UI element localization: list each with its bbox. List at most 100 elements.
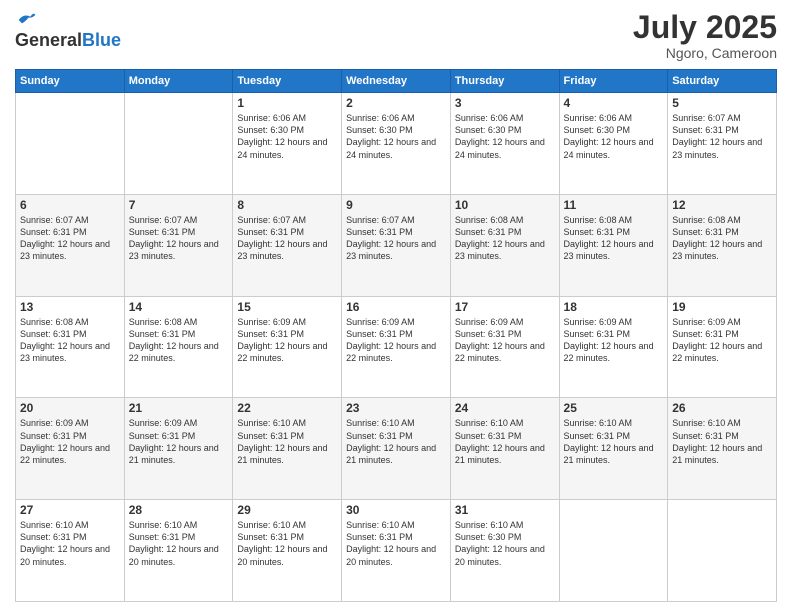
calendar-cell: 16 Sunrise: 6:09 AM Sunset: 6:31 PM Dayli… bbox=[342, 296, 451, 398]
day-number: 3 bbox=[455, 96, 555, 110]
day-info: Sunrise: 6:09 AM Sunset: 6:31 PM Dayligh… bbox=[455, 316, 555, 365]
header: General Blue July 2025 Ngoro, Cameroon bbox=[15, 10, 777, 61]
day-number: 27 bbox=[20, 503, 120, 517]
day-info: Sunrise: 6:10 AM Sunset: 6:31 PM Dayligh… bbox=[237, 417, 337, 466]
day-info: Sunrise: 6:07 AM Sunset: 6:31 PM Dayligh… bbox=[672, 112, 772, 161]
day-header-tuesday: Tuesday bbox=[233, 70, 342, 93]
calendar-cell: 29 Sunrise: 6:10 AM Sunset: 6:31 PM Dayli… bbox=[233, 500, 342, 602]
day-info: Sunrise: 6:06 AM Sunset: 6:30 PM Dayligh… bbox=[455, 112, 555, 161]
calendar-cell: 10 Sunrise: 6:08 AM Sunset: 6:31 PM Dayli… bbox=[450, 194, 559, 296]
day-info: Sunrise: 6:06 AM Sunset: 6:30 PM Dayligh… bbox=[564, 112, 664, 161]
calendar-cell: 23Sunrise: 6:10 AM Sunset: 6:31 PM Dayli… bbox=[342, 398, 451, 500]
calendar-cell: 18 Sunrise: 6:09 AM Sunset: 6:31 PM Dayli… bbox=[559, 296, 668, 398]
calendar-cell: 21 Sunrise: 6:09 AM Sunset: 6:31 PM Dayli… bbox=[124, 398, 233, 500]
day-number: 21 bbox=[129, 401, 229, 415]
week-row-3: 13Sunrise: 6:08 AM Sunset: 6:31 PM Dayli… bbox=[16, 296, 777, 398]
day-number: 16 bbox=[346, 300, 446, 314]
day-number: 24 bbox=[455, 401, 555, 415]
day-info: Sunrise: 6:10 AM Sunset: 6:31 PM Dayligh… bbox=[346, 519, 446, 568]
week-row-2: 6Sunrise: 6:07 AM Sunset: 6:31 PM Daylig… bbox=[16, 194, 777, 296]
calendar-cell: 8Sunrise: 6:07 AM Sunset: 6:31 PM Daylig… bbox=[233, 194, 342, 296]
calendar-cell: 12 Sunrise: 6:08 AM Sunset: 6:31 PM Dayli… bbox=[668, 194, 777, 296]
day-number: 11 bbox=[564, 198, 664, 212]
page: General Blue July 2025 Ngoro, Cameroon S… bbox=[0, 0, 792, 612]
week-row-5: 27 Sunrise: 6:10 AM Sunset: 6:31 PM Dayli… bbox=[16, 500, 777, 602]
day-header-saturday: Saturday bbox=[668, 70, 777, 93]
day-number: 15 bbox=[237, 300, 337, 314]
day-info: Sunrise: 6:09 AM Sunset: 6:31 PM Dayligh… bbox=[129, 417, 229, 466]
calendar-header-row: SundayMondayTuesdayWednesdayThursdayFrid… bbox=[16, 70, 777, 93]
day-number: 9 bbox=[346, 198, 446, 212]
day-number: 18 bbox=[564, 300, 664, 314]
day-header-sunday: Sunday bbox=[16, 70, 125, 93]
calendar-table: SundayMondayTuesdayWednesdayThursdayFrid… bbox=[15, 69, 777, 602]
calendar-cell bbox=[124, 93, 233, 195]
day-info: Sunrise: 6:09 AM Sunset: 6:31 PM Dayligh… bbox=[237, 316, 337, 365]
day-header-thursday: Thursday bbox=[450, 70, 559, 93]
calendar-cell: 4 Sunrise: 6:06 AM Sunset: 6:30 PM Daylig… bbox=[559, 93, 668, 195]
day-header-friday: Friday bbox=[559, 70, 668, 93]
day-number: 25 bbox=[564, 401, 664, 415]
calendar-cell: 1Sunrise: 6:06 AM Sunset: 6:30 PM Daylig… bbox=[233, 93, 342, 195]
day-info: Sunrise: 6:09 AM Sunset: 6:31 PM Dayligh… bbox=[346, 316, 446, 365]
day-info: Sunrise: 6:10 AM Sunset: 6:31 PM Dayligh… bbox=[20, 519, 120, 568]
calendar-cell: 26Sunrise: 6:10 AM Sunset: 6:31 PM Dayli… bbox=[668, 398, 777, 500]
day-info: Sunrise: 6:07 AM Sunset: 6:31 PM Dayligh… bbox=[20, 214, 120, 263]
day-info: Sunrise: 6:08 AM Sunset: 6:31 PM Dayligh… bbox=[20, 316, 120, 365]
calendar-cell: 30Sunrise: 6:10 AM Sunset: 6:31 PM Dayli… bbox=[342, 500, 451, 602]
title-block: July 2025 Ngoro, Cameroon bbox=[633, 10, 777, 61]
calendar-cell: 11 Sunrise: 6:08 AM Sunset: 6:31 PM Dayli… bbox=[559, 194, 668, 296]
calendar-cell: 20Sunrise: 6:09 AM Sunset: 6:31 PM Dayli… bbox=[16, 398, 125, 500]
logo: General Blue bbox=[15, 10, 121, 51]
day-info: Sunrise: 6:06 AM Sunset: 6:30 PM Dayligh… bbox=[237, 112, 337, 161]
calendar-cell: 7Sunrise: 6:07 AM Sunset: 6:31 PM Daylig… bbox=[124, 194, 233, 296]
day-header-wednesday: Wednesday bbox=[342, 70, 451, 93]
calendar-cell: 27 Sunrise: 6:10 AM Sunset: 6:31 PM Dayli… bbox=[16, 500, 125, 602]
day-info: Sunrise: 6:07 AM Sunset: 6:31 PM Dayligh… bbox=[129, 214, 229, 263]
day-number: 31 bbox=[455, 503, 555, 517]
calendar-cell bbox=[559, 500, 668, 602]
day-info: Sunrise: 6:09 AM Sunset: 6:31 PM Dayligh… bbox=[564, 316, 664, 365]
calendar-cell: 2Sunrise: 6:06 AM Sunset: 6:30 PM Daylig… bbox=[342, 93, 451, 195]
day-number: 17 bbox=[455, 300, 555, 314]
calendar-cell: 28Sunrise: 6:10 AM Sunset: 6:31 PM Dayli… bbox=[124, 500, 233, 602]
day-info: Sunrise: 6:08 AM Sunset: 6:31 PM Dayligh… bbox=[129, 316, 229, 365]
calendar-cell: 15 Sunrise: 6:09 AM Sunset: 6:31 PM Dayli… bbox=[233, 296, 342, 398]
logo-text-general: General bbox=[15, 30, 82, 51]
calendar-cell: 6Sunrise: 6:07 AM Sunset: 6:31 PM Daylig… bbox=[16, 194, 125, 296]
day-header-monday: Monday bbox=[124, 70, 233, 93]
week-row-4: 20 Sunrise: 6:09 AM Sunset: 6:31 PM Dayli… bbox=[16, 398, 777, 500]
day-info: Sunrise: 6:10 AM Sunset: 6:31 PM Dayligh… bbox=[564, 417, 664, 466]
day-number: 5 bbox=[672, 96, 772, 110]
day-number: 22 bbox=[237, 401, 337, 415]
day-info: Sunrise: 6:08 AM Sunset: 6:31 PM Dayligh… bbox=[672, 214, 772, 263]
day-number: 10 bbox=[455, 198, 555, 212]
day-info: Sunrise: 6:09 AM Sunset: 6:31 PM Dayligh… bbox=[672, 316, 772, 365]
day-info: Sunrise: 6:08 AM Sunset: 6:31 PM Dayligh… bbox=[455, 214, 555, 263]
calendar-cell: 24 Sunrise: 6:10 AM Sunset: 6:31 PM Dayli… bbox=[450, 398, 559, 500]
day-info: Sunrise: 6:10 AM Sunset: 6:31 PM Dayligh… bbox=[237, 519, 337, 568]
calendar-cell: 14 Sunrise: 6:08 AM Sunset: 6:31 PM Dayli… bbox=[124, 296, 233, 398]
day-number: 23 bbox=[346, 401, 446, 415]
calendar-cell bbox=[668, 500, 777, 602]
day-info: Sunrise: 6:10 AM Sunset: 6:31 PM Dayligh… bbox=[672, 417, 772, 466]
day-info: Sunrise: 6:10 AM Sunset: 6:31 PM Dayligh… bbox=[129, 519, 229, 568]
logo-bird-icon bbox=[17, 10, 37, 30]
month-title: July 2025 bbox=[633, 10, 777, 45]
calendar-cell bbox=[16, 93, 125, 195]
day-number: 14 bbox=[129, 300, 229, 314]
day-info: Sunrise: 6:10 AM Sunset: 6:31 PM Dayligh… bbox=[455, 417, 555, 466]
calendar-cell: 31Sunrise: 6:10 AM Sunset: 6:30 PM Dayli… bbox=[450, 500, 559, 602]
day-number: 8 bbox=[237, 198, 337, 212]
calendar-cell: 13Sunrise: 6:08 AM Sunset: 6:31 PM Dayli… bbox=[16, 296, 125, 398]
day-number: 29 bbox=[237, 503, 337, 517]
day-number: 20 bbox=[20, 401, 120, 415]
calendar-cell: 5 Sunrise: 6:07 AM Sunset: 6:31 PM Daylig… bbox=[668, 93, 777, 195]
day-number: 12 bbox=[672, 198, 772, 212]
day-info: Sunrise: 6:08 AM Sunset: 6:31 PM Dayligh… bbox=[564, 214, 664, 263]
calendar-cell: 19Sunrise: 6:09 AM Sunset: 6:31 PM Dayli… bbox=[668, 296, 777, 398]
logo-text-blue: Blue bbox=[82, 30, 121, 51]
day-number: 4 bbox=[564, 96, 664, 110]
location-title: Ngoro, Cameroon bbox=[633, 45, 777, 61]
calendar-cell: 22 Sunrise: 6:10 AM Sunset: 6:31 PM Dayli… bbox=[233, 398, 342, 500]
